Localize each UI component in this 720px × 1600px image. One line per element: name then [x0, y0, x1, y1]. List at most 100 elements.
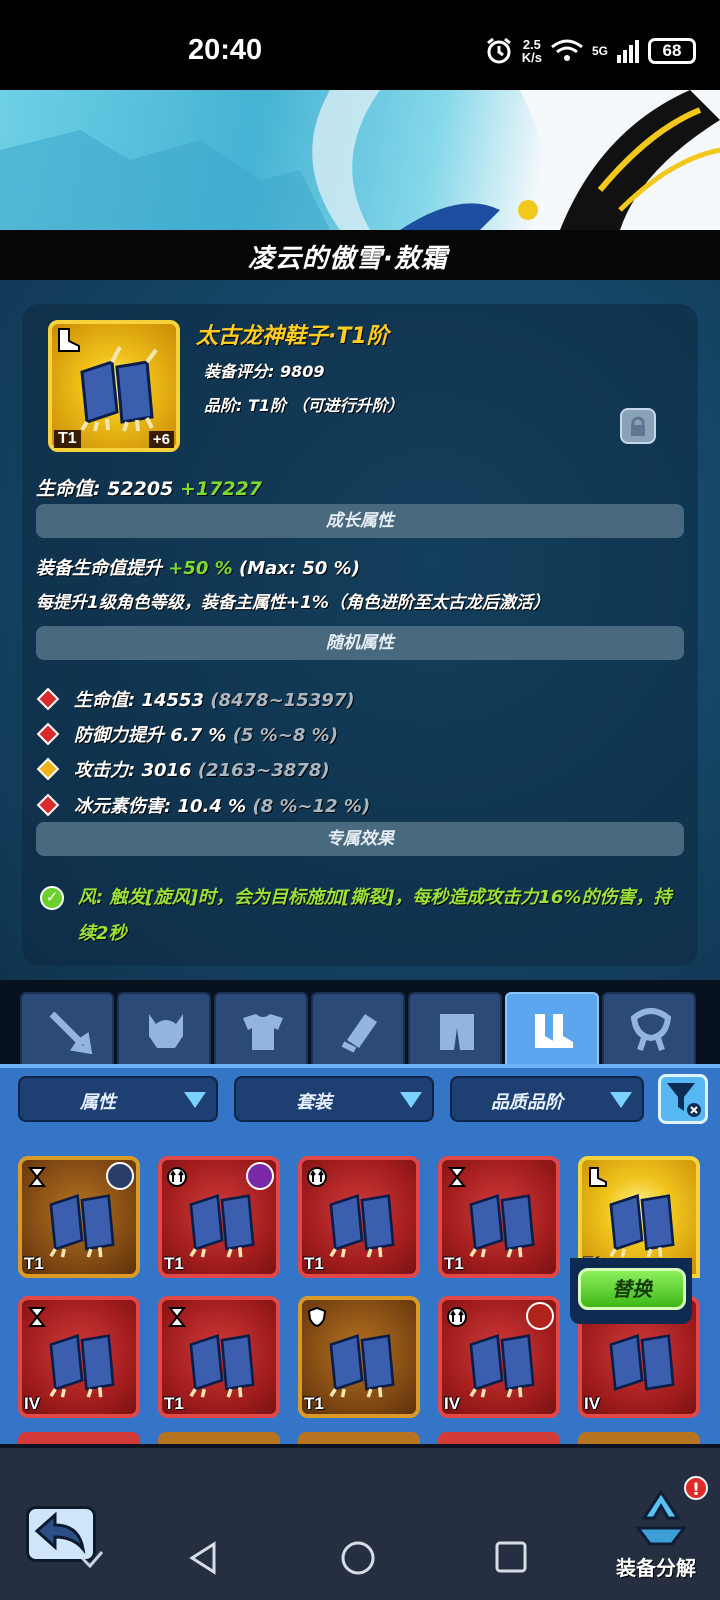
tab-pants[interactable] [408, 992, 502, 1064]
shield-icon [307, 1306, 327, 1328]
bottom-bar [0, 1444, 720, 1600]
nav-check-icon [80, 1551, 104, 1569]
equipment-name: 太古龙神鞋子·T1阶 [196, 324, 389, 349]
set-badge-icon [246, 1162, 274, 1190]
chevron-down-icon [400, 1092, 422, 1108]
inventory-slot-partial[interactable] [578, 1432, 700, 1444]
wifi-icon [551, 39, 583, 61]
nav-back-icon[interactable] [186, 1540, 220, 1576]
inventory-slot[interactable]: T1 [158, 1296, 280, 1418]
bracer-icon [341, 1014, 377, 1053]
lock-icon [631, 416, 645, 436]
filter-clear-icon [667, 1083, 701, 1117]
enhance-level: +6 [148, 431, 174, 448]
status-icons: 2.5 K/s 5G 68 [484, 36, 696, 66]
recycle-icon[interactable] [630, 1488, 692, 1548]
boot-slot-icon [58, 328, 80, 352]
filter-attr-dropdown[interactable]: 属性 [18, 1076, 218, 1122]
slot-level: T1 [24, 1254, 44, 1273]
inventory-slot[interactable]: T1 [298, 1296, 420, 1418]
set-badge-icon [106, 1162, 134, 1190]
filter-quality-dropdown[interactable]: 品质品阶 [450, 1076, 644, 1122]
chevron-down-icon [610, 1092, 632, 1108]
filter-set-label: 套装 [296, 1092, 332, 1113]
bottom-bar-edge [0, 1444, 720, 1448]
inventory-slot[interactable]: T1 [158, 1156, 280, 1278]
slot-level: IV [24, 1394, 41, 1413]
inventory-slot[interactable]: T1 [18, 1156, 140, 1278]
armor-icon [243, 1014, 283, 1050]
swap-button[interactable]: 替换 [578, 1268, 686, 1310]
random-attr-row: 防御力提升 6.7 % (5 %~8 %) [36, 721, 338, 747]
check-icon: ✓ [40, 886, 64, 910]
tab-necklace[interactable] [602, 992, 696, 1064]
helmet-icon [149, 1014, 183, 1048]
nav-home-icon[interactable] [340, 1540, 376, 1576]
red-gem-icon [36, 793, 60, 817]
tab-armor[interactable] [214, 992, 308, 1064]
random-attr-row: 生命值: 14553 (8478~15397) [36, 686, 355, 712]
arrows-up-icon [167, 1167, 187, 1187]
main-stat-bonus: +17227 [179, 478, 262, 500]
character-banner [0, 90, 720, 230]
growth-attr-header: 成长属性 [36, 504, 684, 538]
boots-icon [189, 1333, 255, 1398]
boots-icon [609, 1193, 675, 1258]
inventory-slot-partial[interactable] [18, 1432, 140, 1444]
inventory-slot[interactable]: T1 [298, 1156, 420, 1278]
inventory-slot[interactable]: T1 [438, 1156, 560, 1278]
inventory-slot-partial[interactable] [158, 1432, 280, 1444]
nav-recents-icon[interactable] [494, 1540, 528, 1574]
boots-icon [469, 1333, 535, 1398]
boots-icon [189, 1193, 255, 1258]
random-attr-header: 随机属性 [36, 626, 684, 660]
hourglass-icon [27, 1307, 47, 1327]
equipment-icon: T1 +6 [48, 320, 180, 452]
tab-bracer[interactable] [311, 992, 405, 1064]
network-type: 5G [591, 44, 608, 58]
inventory-slot[interactable]: IV [438, 1296, 560, 1418]
growth-line-1: 装备生命值提升 +50 % (Max: 50 %) [36, 558, 360, 579]
slot-level: T1 [304, 1394, 324, 1413]
main-stat: 生命值: 52205 +17227 [36, 478, 262, 500]
tab-weapon[interactable] [20, 992, 114, 1064]
hourglass-icon [167, 1307, 187, 1327]
battery-indicator: 68 [648, 38, 696, 64]
boots-icon [80, 346, 158, 432]
filter-quality-label: 品质品阶 [491, 1092, 563, 1113]
signal-icon [617, 40, 639, 63]
boot-slot-icon [589, 1167, 607, 1187]
hourglass-icon [27, 1167, 47, 1187]
red-gem-icon [36, 687, 60, 711]
inventory-slot-partial[interactable] [298, 1432, 420, 1444]
boots-icon [469, 1193, 535, 1258]
filter-clear-button[interactable] [658, 1074, 708, 1124]
clock: 20:40 [188, 34, 263, 66]
red-gem-icon [36, 722, 60, 746]
status-bar: 20:40 2.5 K/s 5G 68 [0, 0, 720, 90]
inventory-slot[interactable]: IV [18, 1296, 140, 1418]
equipment-tier: 品阶: T1阶 （可进行升阶） [204, 396, 404, 415]
lock-button[interactable] [620, 408, 656, 444]
gold-gem-icon [36, 757, 60, 781]
inventory-slot-partial[interactable] [438, 1432, 560, 1444]
boots-icon [49, 1333, 115, 1398]
equipment-score: 装备评分: 9809 [204, 362, 325, 381]
sword-icon [49, 1011, 93, 1055]
slot-level: T1 [304, 1254, 324, 1273]
exclusive-effect-header: 专属效果 [36, 822, 684, 856]
alarm-icon [486, 37, 511, 64]
filter-set-dropdown[interactable]: 套装 [234, 1076, 434, 1122]
slot-level: T1 [444, 1254, 464, 1273]
tab-boots[interactable] [505, 992, 599, 1066]
character-art [0, 90, 720, 230]
boots-icon [329, 1193, 395, 1258]
disassemble-button[interactable]: 装备分解 [616, 1552, 696, 1581]
tab-helmet[interactable] [117, 992, 211, 1064]
boots-icon [609, 1333, 675, 1391]
growth-line-2: 每提升1级角色等级，装备主属性+1%（角色进阶至太古龙后激活） [36, 593, 550, 613]
pants-icon [440, 1014, 474, 1050]
inventory-top-edge [0, 1064, 720, 1068]
slot-level: IV [584, 1394, 601, 1413]
filter-attr-label: 属性 [80, 1092, 116, 1113]
